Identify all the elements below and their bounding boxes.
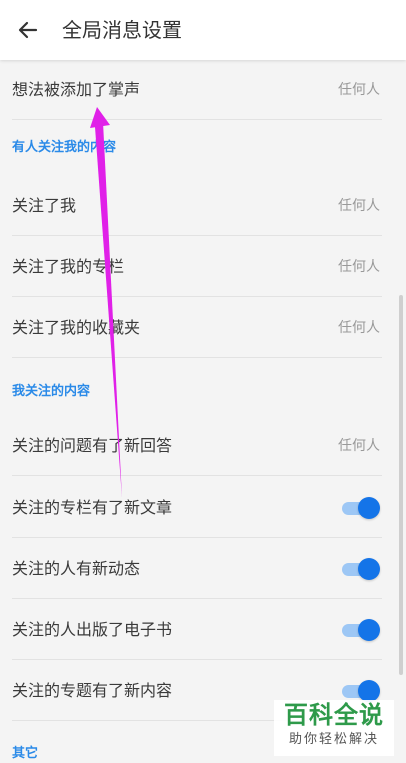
setting-row-question-answers[interactable]: 关注的问题有了新回答 任何人 — [12, 416, 382, 476]
setting-label: 关注的人出版了电子书 — [12, 620, 173, 639]
setting-label: 关注的专题有了新内容 — [12, 681, 173, 700]
section-header-other: 其它 — [12, 746, 39, 761]
toggle-knob — [358, 680, 380, 702]
toggle-knob — [358, 558, 380, 580]
arrow-left-icon — [18, 21, 38, 39]
setting-label: 关注了我 — [12, 196, 77, 215]
toggle-knob — [358, 619, 380, 641]
setting-row-applause[interactable]: 想法被添加了掌声 任何人 — [12, 60, 382, 120]
toggle-switch-people-ebooks[interactable] — [342, 619, 380, 641]
setting-label: 关注的问题有了新回答 — [12, 436, 173, 455]
scrollbar[interactable] — [399, 295, 403, 675]
app-header: 全局消息设置 — [0, 0, 406, 60]
setting-label: 关注的专栏有了新文章 — [12, 498, 173, 517]
setting-row-people-updates: 关注的人有新动态 — [12, 539, 382, 599]
setting-label: 关注了我的专栏 — [12, 257, 125, 276]
setting-value: 任何人 — [338, 82, 380, 98]
setting-label: 想法被添加了掌声 — [12, 80, 141, 99]
watermark-logo: 百科全说 助你轻松解决 — [274, 700, 394, 756]
setting-row-followed-column[interactable]: 关注了我的专栏 任何人 — [12, 237, 382, 297]
setting-row-followed-me[interactable]: 关注了我 任何人 — [12, 176, 382, 236]
section-header-my-follows: 我关注的内容 — [12, 384, 91, 399]
settings-screen: 全局消息设置 想法被添加了掌声 任何人 有人关注我的内容 关注了我 任何人 关注… — [0, 0, 406, 763]
setting-label: 关注的人有新动态 — [12, 559, 141, 578]
settings-list: 想法被添加了掌声 任何人 有人关注我的内容 关注了我 任何人 关注了我的专栏 任… — [0, 60, 406, 763]
back-button[interactable] — [10, 12, 46, 48]
toggle-switch-column-articles[interactable] — [342, 497, 380, 519]
setting-row-column-articles: 关注的专栏有了新文章 — [12, 478, 382, 538]
toggle-switch-people-updates[interactable] — [342, 558, 380, 580]
setting-value: 任何人 — [338, 198, 380, 214]
setting-value: 任何人 — [338, 438, 380, 454]
setting-row-followed-favorites[interactable]: 关注了我的收藏夹 任何人 — [12, 298, 382, 358]
setting-value: 任何人 — [338, 320, 380, 336]
watermark-title: 百科全说 — [284, 701, 384, 729]
section-header-followed-content: 有人关注我的内容 — [12, 140, 117, 155]
watermark-subtitle: 助你轻松解决 — [288, 732, 379, 747]
toggle-switch-topic-content[interactable] — [342, 680, 380, 702]
page-title: 全局消息设置 — [62, 18, 182, 42]
setting-row-people-ebooks: 关注的人出版了电子书 — [12, 600, 382, 660]
toggle-knob — [358, 497, 380, 519]
setting-value: 任何人 — [338, 259, 380, 275]
setting-label: 关注了我的收藏夹 — [12, 318, 141, 337]
